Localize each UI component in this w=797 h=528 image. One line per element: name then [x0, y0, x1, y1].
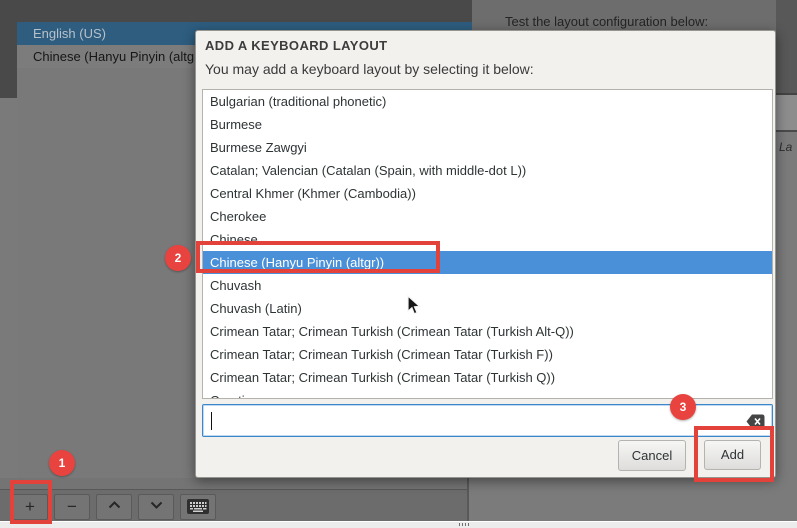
annotation-step2-box: [196, 241, 440, 273]
layout-option[interactable]: Bulgarian (traditional phonetic): [203, 90, 772, 113]
layout-option[interactable]: Crimean Tatar; Crimean Turkish (Crimean …: [203, 343, 772, 366]
background-lower-right: [469, 478, 797, 521]
resize-grip[interactable]: [459, 523, 471, 526]
cancel-button[interactable]: Cancel: [618, 440, 686, 471]
mouse-cursor: [407, 295, 422, 321]
background-panel-bottom: [0, 478, 467, 489]
background-left-edge: [0, 22, 17, 98]
annotation-step2-badge: 2: [165, 245, 191, 271]
layout-option[interactable]: Cherokee: [203, 205, 772, 228]
layout-option[interactable]: Burmese Zawgyi: [203, 136, 772, 159]
background-right-edge-mid: [776, 95, 797, 130]
annotation-step1-badge: 1: [49, 450, 75, 476]
test-area-label: Test the layout configuration below:: [505, 14, 708, 29]
text-caret: [211, 412, 212, 430]
layout-option[interactable]: Burmese: [203, 113, 772, 136]
chevron-down-icon: [139, 501, 173, 509]
search-input[interactable]: [211, 407, 741, 434]
truncated-layout-label: La: [779, 140, 792, 154]
layout-option[interactable]: Catalan; Valencian (Catalan (Spain, with…: [203, 159, 772, 182]
annotation-step3-box: [694, 426, 774, 482]
layout-option[interactable]: Chuvash (Latin): [203, 297, 772, 320]
window-bottom-strip: [0, 521, 797, 528]
keyboard-icon: [181, 499, 215, 515]
annotation-step1-box: [10, 480, 52, 524]
layout-list-toolbar: + −: [0, 489, 467, 521]
background-right-edge-top: [776, 0, 797, 93]
background-right-edge-bottom: [776, 132, 797, 521]
annotation-step3-badge: 3: [670, 394, 696, 420]
screen: Test the layout configuration below: Eng…: [0, 0, 797, 528]
dialog-subtitle: You may add a keyboard layout by selecti…: [205, 61, 534, 77]
remove-layout-button[interactable]: −: [54, 494, 90, 520]
preview-layout-button[interactable]: [180, 494, 216, 520]
layout-option[interactable]: Central Khmer (Khmer (Cambodia)): [203, 182, 772, 205]
layout-option[interactable]: Crimean Tatar; Crimean Turkish (Crimean …: [203, 366, 772, 389]
chevron-up-icon: [97, 501, 131, 509]
move-up-button[interactable]: [96, 494, 132, 520]
layout-option[interactable]: Crimean Tatar; Crimean Turkish (Crimean …: [203, 320, 772, 343]
layout-option[interactable]: Chuvash: [203, 274, 772, 297]
dialog-title: ADD A KEYBOARD LAYOUT: [205, 38, 387, 53]
background-header: [0, 0, 472, 22]
move-down-button[interactable]: [138, 494, 174, 520]
